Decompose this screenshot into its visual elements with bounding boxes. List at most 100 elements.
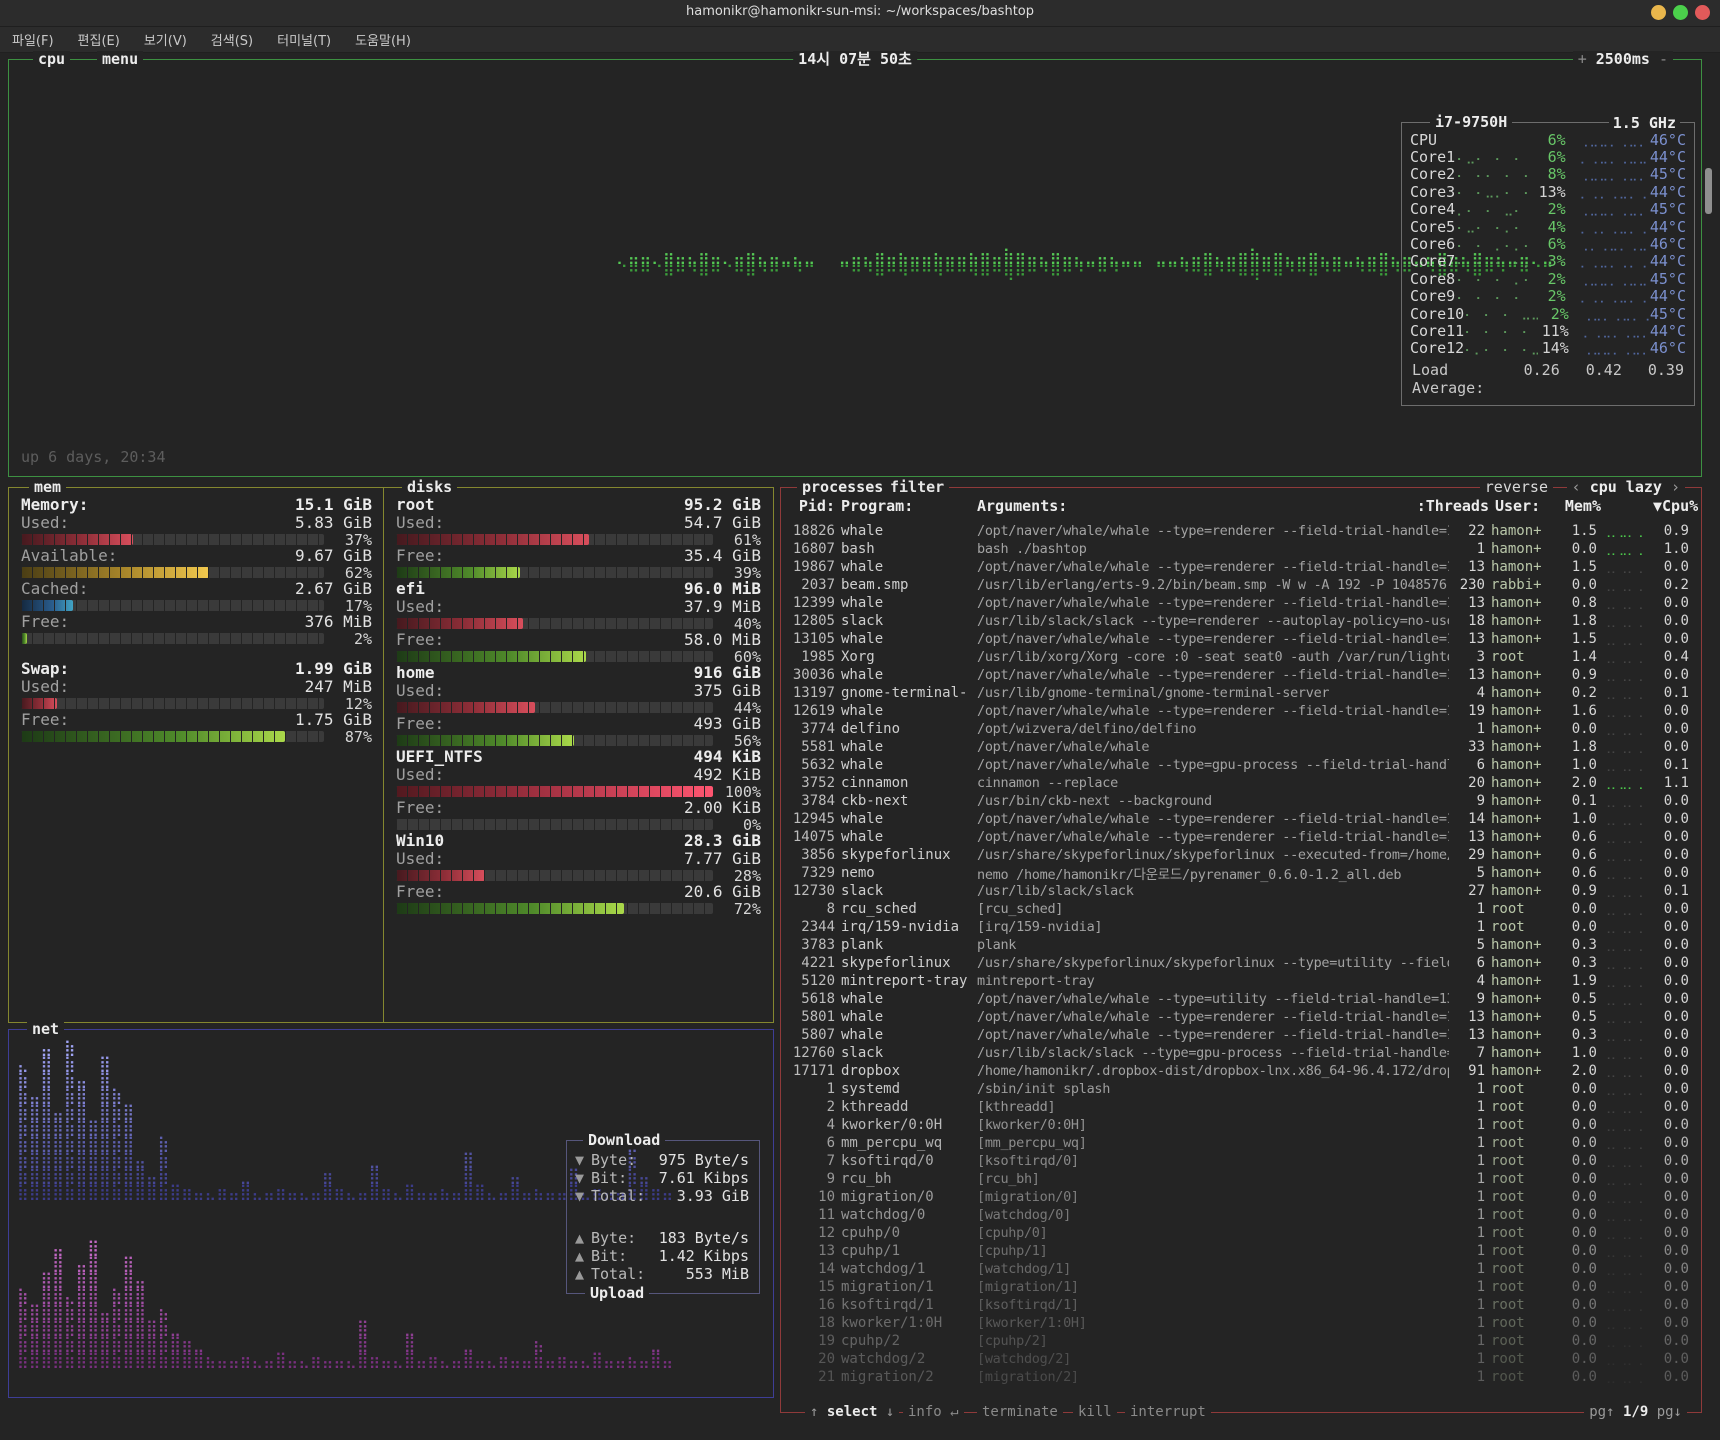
process-row[interactable]: 13cpuhp/1[cpuhp/1]1root0.0⢀⡀⢀⡀⢀0.0 xyxy=(781,1242,1697,1260)
process-row[interactable]: 3784ckb-next/usr/bin/ckb-next --backgrou… xyxy=(781,792,1697,810)
info-button[interactable]: info ↵ xyxy=(903,1404,964,1421)
close-button[interactable] xyxy=(1695,5,1710,20)
terminal-scrollbar[interactable] xyxy=(1705,168,1712,214)
menu-item-2[interactable]: 보기(V) xyxy=(144,30,187,49)
process-row[interactable]: 9rcu_bh[rcu_bh]1root0.0⢀⡀⢀⡀⢀0.0 xyxy=(781,1170,1697,1188)
process-row[interactable]: 20watchdog/2[watchdog/2]1root0.0⢀⡀⢀⡀⢀0.0 xyxy=(781,1350,1697,1368)
process-row[interactable]: 18826whale/opt/naver/whale/whale --type=… xyxy=(781,522,1697,540)
core-usage-pct: 6% xyxy=(1533,235,1565,253)
reverse-button[interactable]: reverse xyxy=(1480,479,1553,496)
process-row[interactable]: 12760slack/usr/lib/slack/slack --type=gp… xyxy=(781,1044,1697,1062)
core-name: Core8 xyxy=(1410,270,1456,288)
core-usage-pct: 3% xyxy=(1533,252,1565,270)
process-row[interactable]: 21migration/2[migration/2]1root0.0⢀⡀⢀⡀⢀0… xyxy=(781,1368,1697,1386)
menu-item-3[interactable]: 검색(S) xyxy=(211,30,253,49)
process-row[interactable]: 16ksoftirqd/1[ksoftirqd/1]1root0.0⢀⡀⢀⡀⢀0… xyxy=(781,1296,1697,1314)
process-row[interactable]: 12945whale/opt/naver/whale/whale --type=… xyxy=(781,810,1697,828)
menu-item-4[interactable]: 터미널(T) xyxy=(277,30,331,49)
interrupt-button[interactable]: interrupt xyxy=(1125,1404,1211,1421)
process-row[interactable]: 18kworker/1:0H[kworker/1:0H]1root0.0⢀⡀⢀⡀… xyxy=(781,1314,1697,1332)
processes-box-title: processes xyxy=(797,479,888,496)
process-row[interactable]: 4221skypeforlinux/usr/share/skypeforlinu… xyxy=(781,954,1697,972)
process-row[interactable]: 3856skypeforlinux/usr/share/skypeforlinu… xyxy=(781,846,1697,864)
process-row[interactable]: 12805slack/usr/lib/slack/slack --type=re… xyxy=(781,612,1697,630)
process-row[interactable]: 7329nemonemo /home/hamonikr/다운로드/pyrenam… xyxy=(781,864,1697,882)
process-row[interactable]: 2kthreadd[kthreadd]1root0.0⢀⡀⢀⡀⢀0.0 xyxy=(781,1098,1697,1116)
core-usage-pct: 11% xyxy=(1538,322,1569,340)
terminate-button[interactable]: terminate xyxy=(977,1404,1063,1421)
process-row[interactable]: 1985Xorg/usr/lib/xorg/Xorg -core :0 -sea… xyxy=(781,648,1697,666)
cpu-column-header[interactable]: ▼Cpu% xyxy=(1653,497,1693,515)
mem-meter: 87% xyxy=(21,729,372,744)
interval-control[interactable]: + 2500ms - xyxy=(1573,51,1673,68)
select-button[interactable]: ↑ select ↓ xyxy=(805,1404,899,1421)
process-row[interactable]: 1systemd/sbin/init splash1root0.0⢀⡀⢀⡀⢀0.… xyxy=(781,1080,1697,1098)
core-temp-graph: ⡀⢀⡀⢀⣀⡀⢀⣀⡀⢀ xyxy=(1566,185,1650,199)
process-row[interactable]: 15migration/1[migration/1]1root0.0⢀⡀⢀⡀⢀0… xyxy=(781,1278,1697,1296)
process-row[interactable]: 4kworker/0:0H[kworker/0:0H]1root0.0⢀⡀⢀⡀⢀… xyxy=(781,1116,1697,1134)
process-row[interactable]: 2037beam.smp/usr/lib/erlang/erts-9.2/bin… xyxy=(781,576,1697,594)
minimize-button[interactable] xyxy=(1651,5,1666,20)
core-temp-graph: ⡀⢀⡀⢀⣀⡀⢀⣀⡀⢀ xyxy=(1566,289,1650,303)
sort-prev-button[interactable]: ‹ xyxy=(1572,478,1581,496)
process-row[interactable]: 14watchdog/1[watchdog/1]1root0.0⢀⡀⢀⡀⢀0.0 xyxy=(781,1260,1697,1278)
menu-button[interactable]: menu xyxy=(97,51,143,68)
mem-stat-row: Used:5.83 GiB xyxy=(21,514,372,532)
process-row[interactable]: 10migration/0[migration/0]1root0.0⢀⡀⢀⡀⢀0… xyxy=(781,1188,1697,1206)
process-row[interactable]: 2344irq/159-nvidia[irq/159-nvidia]1root0… xyxy=(781,918,1697,936)
disk-meter: 61% xyxy=(396,532,761,547)
process-row[interactable]: 17171dropbox/home/hamonikr/.dropbox-dist… xyxy=(781,1062,1697,1080)
meter-track xyxy=(396,618,713,629)
upload-graph: ⠀⠀⠀⠀⠀⠀⠀⠀⠀⠀⠀⠀⠀⠀⠀⠀⠀⠀⠀⠀⠀⠀⠀⠀⠀⠀⠀⠀⠀⠀⠀⠀⠀⠀⠀⠀⠀⠀⠀⠀… xyxy=(17,1208,565,1368)
core-row-core2: Core2⠄⠀⠄⠄⠀⠄⠀⠄⠄⣀⠄⠀8%⢀⣀⣀⡀⢀⣀⡀⢀⣀⡀45°C xyxy=(1410,166,1686,183)
sort-next-button[interactable]: › xyxy=(1671,478,1680,496)
process-row[interactable]: 16807bashbash ./bashtop1hamon+0.0⢀⡀⣀⡀⢀1.… xyxy=(781,540,1697,558)
process-row[interactable]: 30036whale/opt/naver/whale/whale --type=… xyxy=(781,666,1697,684)
process-row[interactable]: 5581whale/opt/naver/whale/whale33hamon+1… xyxy=(781,738,1697,756)
menu-item-1[interactable]: 편집(E) xyxy=(78,30,120,49)
process-row[interactable]: 13105whale/opt/naver/whale/whale --type=… xyxy=(781,630,1697,648)
load-average-value: 0.39 xyxy=(1648,361,1684,397)
process-row[interactable]: 5632whale/opt/naver/whale/whale --type=g… xyxy=(781,756,1697,774)
process-row[interactable]: 8rcu_sched[rcu_sched]1root0.0⢀⡀⢀⡀⢀0.0 xyxy=(781,900,1697,918)
core-name: Core3 xyxy=(1410,183,1456,201)
process-row[interactable]: 19867whale/opt/naver/whale/whale --type=… xyxy=(781,558,1697,576)
mem-meter: 12% xyxy=(21,696,372,711)
disk-name-row: UEFI_NTFS494 KiB xyxy=(396,748,761,766)
threads-column-header: Threads: xyxy=(1459,497,1489,515)
process-row[interactable]: 5618whale/opt/naver/whale/whale --type=u… xyxy=(781,990,1697,1008)
kill-button[interactable]: kill xyxy=(1073,1404,1117,1421)
page-down-button[interactable]: pg↓ xyxy=(1657,1404,1682,1420)
process-row[interactable]: 13197gnome-terminal-/usr/lib/gnome-termi… xyxy=(781,684,1697,702)
process-row[interactable]: 6mm_percpu_wq[mm_percpu_wq]1root0.0⢀⡀⢀⡀⢀… xyxy=(781,1134,1697,1152)
core-temp-value: 45°C xyxy=(1650,165,1686,183)
process-row[interactable]: 12730slack/usr/lib/slack/slack27hamon+0.… xyxy=(781,882,1697,900)
mem-stat-row: Used:247 MiB xyxy=(21,678,372,696)
process-row[interactable]: 3783plankplank5hamon+0.3⢀⡀⢀⡀⢀0.0 xyxy=(781,936,1697,954)
interval-minus-button[interactable]: - xyxy=(1659,50,1668,68)
process-row[interactable]: 14075whale/opt/naver/whale/whale --type=… xyxy=(781,828,1697,846)
process-row[interactable]: 12619whale/opt/naver/whale/whale --type=… xyxy=(781,702,1697,720)
process-row[interactable]: 19cpuhp/2[cpuhp/2]1root0.0⢀⡀⢀⡀⢀0.0 xyxy=(781,1332,1697,1350)
process-row[interactable]: 11watchdog/0[watchdog/0]1root0.0⢀⡀⢀⡀⢀0.0 xyxy=(781,1206,1697,1224)
core-usage-pct: 2% xyxy=(1538,305,1569,323)
process-row[interactable]: 7ksoftirqd/0[ksoftirqd/0]1root0.0⢀⡀⢀⡀⢀0.… xyxy=(781,1152,1697,1170)
net-stat-row: ▲Bit:1.42 Kibps xyxy=(575,1247,749,1265)
program-column-header: Program: xyxy=(841,497,971,515)
process-row[interactable]: 5801whale/opt/naver/whale/whale --type=r… xyxy=(781,1008,1697,1026)
filter-button[interactable]: filter xyxy=(885,479,949,496)
menu-item-5[interactable]: 도움말(H) xyxy=(355,30,411,49)
process-row[interactable]: 12399whale/opt/naver/whale/whale --type=… xyxy=(781,594,1697,612)
process-row[interactable]: 5120mintreport-traymintreport-tray4hamon… xyxy=(781,972,1697,990)
page-up-button[interactable]: pg↑ xyxy=(1589,1404,1614,1420)
disk-stat-row: Free:2.00 KiB xyxy=(396,799,761,817)
process-row[interactable]: 5807whale/opt/naver/whale/whale --type=r… xyxy=(781,1026,1697,1044)
process-table-header: Pid: Program: Arguments: Threads: User: … xyxy=(781,496,1701,516)
uptime-text: up 6 days, 20:34 xyxy=(21,448,166,466)
maximize-button[interactable] xyxy=(1673,5,1688,20)
process-row[interactable]: 3752cinnamoncinnamon --replace20hamon+2.… xyxy=(781,774,1697,792)
process-row[interactable]: 12cpuhp/0[cpuhp/0]1root0.0⢀⡀⢀⡀⢀0.0 xyxy=(781,1224,1697,1242)
interval-plus-button[interactable]: + xyxy=(1578,50,1587,68)
menu-item-0[interactable]: 파일(F) xyxy=(12,30,54,49)
process-row[interactable]: 3774delfino/opt/wizvera/delfino/delfino1… xyxy=(781,720,1697,738)
